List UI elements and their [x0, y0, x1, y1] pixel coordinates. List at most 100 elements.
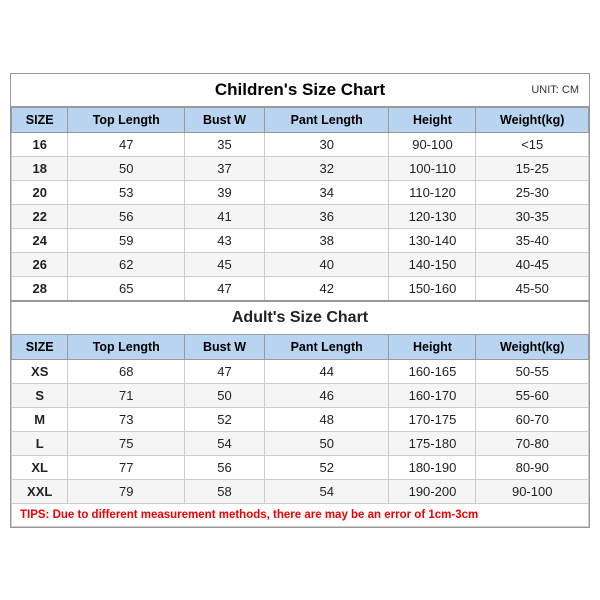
- list-item: XS: [12, 359, 68, 383]
- list-item: 32: [264, 156, 389, 180]
- list-item: XL: [12, 455, 68, 479]
- table-row: S715046160-17055-60: [12, 383, 589, 407]
- list-item: 140-150: [389, 252, 476, 276]
- list-item: 53: [68, 180, 185, 204]
- adult-header-bust-w: Bust W: [185, 334, 265, 359]
- list-item: 38: [264, 228, 389, 252]
- list-item: 65: [68, 276, 185, 301]
- list-item: 73: [68, 407, 185, 431]
- list-item: 43: [185, 228, 265, 252]
- list-item: 18: [12, 156, 68, 180]
- list-item: 16: [12, 132, 68, 156]
- list-item: 56: [185, 455, 265, 479]
- list-item: 20: [12, 180, 68, 204]
- list-item: 68: [68, 359, 185, 383]
- list-item: 25-30: [476, 180, 589, 204]
- list-item: 45: [185, 252, 265, 276]
- table-row: 18503732100-11015-25: [12, 156, 589, 180]
- adults-title-row: Adult's Size Chart: [12, 301, 589, 335]
- list-item: 48: [264, 407, 389, 431]
- list-item: 28: [12, 276, 68, 301]
- list-item: 160-170: [389, 383, 476, 407]
- list-item: 22: [12, 204, 68, 228]
- list-item: 40-45: [476, 252, 589, 276]
- list-item: 24: [12, 228, 68, 252]
- header-bust-w: Bust W: [185, 107, 265, 132]
- adults-header-row: SIZE Top Length Bust W Pant Length Heigh…: [12, 334, 589, 359]
- list-item: 35-40: [476, 228, 589, 252]
- list-item: 34: [264, 180, 389, 204]
- list-item: 130-140: [389, 228, 476, 252]
- adult-header-height: Height: [389, 334, 476, 359]
- table-row: L755450175-18070-80: [12, 431, 589, 455]
- list-item: 50-55: [476, 359, 589, 383]
- list-item: 60-70: [476, 407, 589, 431]
- list-item: 62: [68, 252, 185, 276]
- table-row: 26624540140-15040-45: [12, 252, 589, 276]
- list-item: <15: [476, 132, 589, 156]
- list-item: 75: [68, 431, 185, 455]
- list-item: 190-200: [389, 479, 476, 503]
- tips-row: TIPS: Due to different measurement metho…: [12, 503, 589, 526]
- list-item: 54: [264, 479, 389, 503]
- list-item: S: [12, 383, 68, 407]
- list-item: 30: [264, 132, 389, 156]
- list-item: 50: [264, 431, 389, 455]
- table-row: XL775652180-19080-90: [12, 455, 589, 479]
- list-item: 30-35: [476, 204, 589, 228]
- list-item: 70-80: [476, 431, 589, 455]
- header-weight: Weight(kg): [476, 107, 589, 132]
- list-item: 47: [185, 276, 265, 301]
- table-row: M735248170-17560-70: [12, 407, 589, 431]
- list-item: 100-110: [389, 156, 476, 180]
- list-item: 90-100: [389, 132, 476, 156]
- adult-header-pant-length: Pant Length: [264, 334, 389, 359]
- list-item: 150-160: [389, 276, 476, 301]
- header-pant-length: Pant Length: [264, 107, 389, 132]
- list-item: 50: [185, 383, 265, 407]
- list-item: 90-100: [476, 479, 589, 503]
- table-row: 28654742150-16045-50: [12, 276, 589, 301]
- list-item: 170-175: [389, 407, 476, 431]
- list-item: 37: [185, 156, 265, 180]
- table-row: 1647353090-100<15: [12, 132, 589, 156]
- list-item: 26: [12, 252, 68, 276]
- list-item: 45-50: [476, 276, 589, 301]
- list-item: 42: [264, 276, 389, 301]
- list-item: L: [12, 431, 68, 455]
- children-chart-title: Children's Size Chart: [215, 80, 385, 100]
- list-item: 59: [68, 228, 185, 252]
- list-item: 40: [264, 252, 389, 276]
- list-item: 56: [68, 204, 185, 228]
- table-row: 22564136120-13030-35: [12, 204, 589, 228]
- tips-text: TIPS: Due to different measurement metho…: [12, 503, 589, 526]
- adult-header-top-length: Top Length: [68, 334, 185, 359]
- list-item: 80-90: [476, 455, 589, 479]
- list-item: 52: [185, 407, 265, 431]
- adult-header-size: SIZE: [12, 334, 68, 359]
- list-item: 36: [264, 204, 389, 228]
- table-row: 24594338130-14035-40: [12, 228, 589, 252]
- list-item: 160-165: [389, 359, 476, 383]
- list-item: 58: [185, 479, 265, 503]
- list-item: 35: [185, 132, 265, 156]
- table-row: XS684744160-16550-55: [12, 359, 589, 383]
- list-item: 54: [185, 431, 265, 455]
- children-size-table: SIZE Top Length Bust W Pant Length Heigh…: [11, 107, 589, 527]
- list-item: M: [12, 407, 68, 431]
- list-item: 55-60: [476, 383, 589, 407]
- list-item: 52: [264, 455, 389, 479]
- list-item: 47: [68, 132, 185, 156]
- list-item: 180-190: [389, 455, 476, 479]
- table-row: XXL795854190-20090-100: [12, 479, 589, 503]
- list-item: 39: [185, 180, 265, 204]
- header-top-length: Top Length: [68, 107, 185, 132]
- adults-chart-title: Adult's Size Chart: [12, 301, 589, 335]
- size-chart-container: Children's Size Chart UNIT: CM SIZE Top …: [10, 73, 590, 528]
- list-item: 15-25: [476, 156, 589, 180]
- list-item: 77: [68, 455, 185, 479]
- list-item: 120-130: [389, 204, 476, 228]
- list-item: 44: [264, 359, 389, 383]
- list-item: 79: [68, 479, 185, 503]
- children-header-row: SIZE Top Length Bust W Pant Length Heigh…: [12, 107, 589, 132]
